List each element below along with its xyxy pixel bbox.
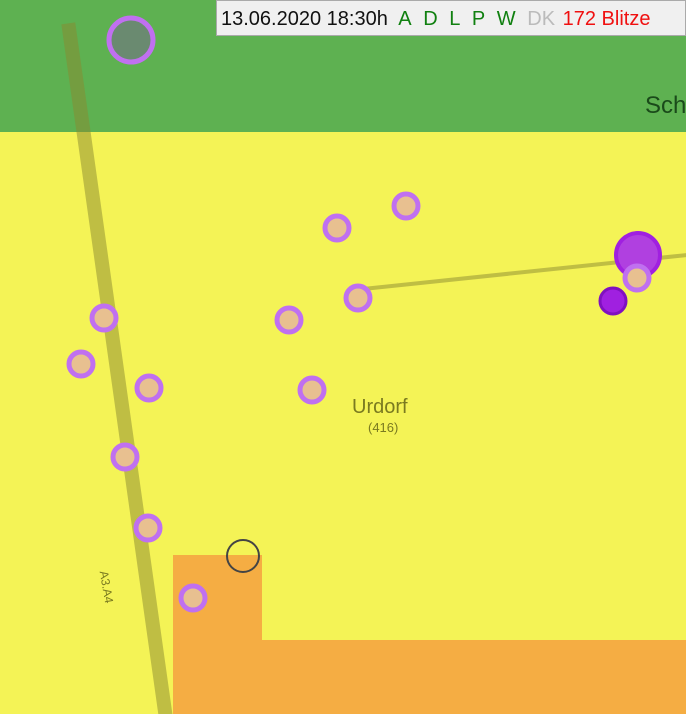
strike-marker[interactable] bbox=[106, 15, 156, 65]
strike-marker[interactable] bbox=[133, 513, 163, 543]
source-a: A bbox=[398, 8, 412, 30]
source-p: P bbox=[471, 8, 486, 30]
strike-marker[interactable] bbox=[297, 375, 327, 405]
source-l: L bbox=[449, 8, 461, 30]
source-d: D bbox=[423, 8, 438, 30]
location-marker bbox=[226, 539, 260, 573]
strike-marker[interactable] bbox=[66, 349, 96, 379]
strike-marker[interactable] bbox=[322, 213, 352, 243]
map[interactable]: Urdorf (416) A3.A4 Sch 13.06.2020 18:30h… bbox=[0, 0, 686, 714]
strike-marker[interactable] bbox=[178, 583, 208, 613]
strike-marker[interactable] bbox=[343, 283, 373, 313]
status-header: 13.06.2020 18:30h A D L P W DK 172 Blitz… bbox=[216, 0, 686, 36]
strike-marker-recent[interactable] bbox=[598, 286, 628, 316]
strike-marker[interactable] bbox=[622, 263, 652, 293]
source-dk: DK bbox=[527, 8, 556, 30]
strike-marker[interactable] bbox=[110, 442, 140, 472]
strike-marker[interactable] bbox=[391, 191, 421, 221]
strike-layer bbox=[66, 15, 662, 613]
datetime: 13.06.2020 18:30h bbox=[221, 8, 388, 30]
strike-marker[interactable] bbox=[134, 373, 164, 403]
source-w: W bbox=[496, 8, 516, 30]
strike-marker[interactable] bbox=[89, 303, 119, 333]
strike-count: 172 Blitze bbox=[562, 8, 651, 30]
strike-marker[interactable] bbox=[274, 305, 304, 335]
